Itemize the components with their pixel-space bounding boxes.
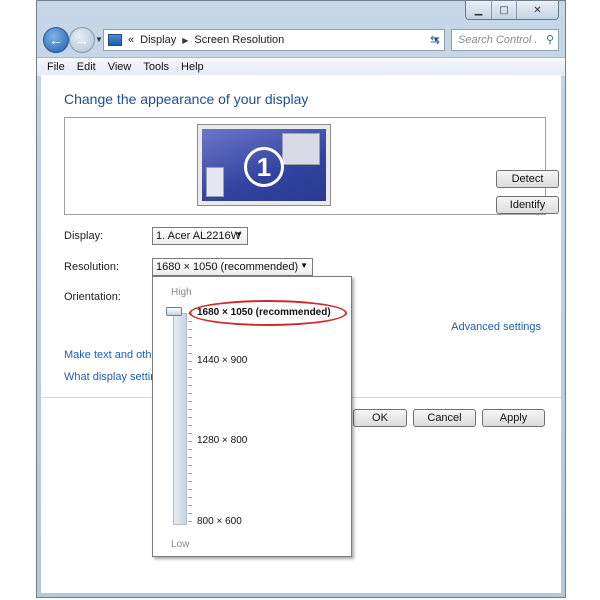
page-title: Change the appearance of your display: [64, 91, 309, 107]
chevron-down-icon: ▼: [235, 230, 243, 239]
menu-help[interactable]: Help: [181, 61, 204, 73]
display-preview: 1 Detect Identify: [64, 117, 559, 215]
resolution-label: Resolution:: [64, 261, 120, 273]
breadcrumb-screen-resolution[interactable]: Screen Resolution: [194, 34, 284, 46]
recent-pages-chevron-icon[interactable]: ▼: [95, 35, 103, 44]
resolution-option[interactable]: 800 × 600: [197, 516, 242, 527]
chevron-down-icon: ▼: [300, 261, 308, 270]
gadget-thumbnail: [206, 167, 224, 197]
title-bar: ▁ □ ✕: [37, 1, 565, 23]
menu-file[interactable]: File: [47, 61, 65, 73]
back-arrow-icon[interactable]: ←: [43, 27, 69, 53]
slider-high-label: High: [171, 287, 192, 298]
monitor-icon[interactable]: 1: [197, 124, 331, 206]
address-prefix[interactable]: «: [128, 34, 134, 46]
menu-tools[interactable]: Tools: [143, 61, 169, 73]
orientation-label: Orientation:: [64, 291, 121, 303]
menu-view[interactable]: View: [108, 61, 132, 73]
close-button[interactable]: ✕: [516, 1, 558, 19]
breadcrumb-chevron-icon[interactable]: ▶: [182, 36, 188, 45]
cancel-button[interactable]: Cancel: [413, 409, 476, 427]
resolution-select[interactable]: 1680 × 1050 (recommended) ▼: [152, 258, 313, 276]
resolution-option[interactable]: 1440 × 900: [197, 355, 247, 366]
control-panel-icon: [108, 34, 122, 46]
detect-button[interactable]: Detect: [496, 170, 559, 188]
resolution-dropdown: High 1680 × 1050 (recommended) 1440 × 90…: [152, 276, 352, 557]
search-icon[interactable]: ⚲: [546, 33, 554, 46]
menu-bar: File Edit View Tools Help: [37, 57, 565, 77]
slider-low-label: Low: [171, 539, 190, 550]
address-bar[interactable]: « Display ▶ Screen Resolution ▼: [103, 29, 445, 51]
navigation-bar: ← → ▼ « Display ▶ Screen Resolution ▼ ⇆ …: [37, 23, 565, 57]
slider-ticks: [188, 313, 192, 525]
identify-button[interactable]: Identify: [496, 196, 559, 214]
forward-arrow-icon[interactable]: →: [69, 27, 95, 53]
monitor-screen: 1: [202, 129, 326, 201]
breadcrumb-display[interactable]: Display: [140, 34, 176, 46]
make-text-larger-link[interactable]: Make text and other: [64, 349, 161, 361]
monitor-number: 1: [244, 147, 284, 187]
resolution-slider-thumb[interactable]: [166, 307, 182, 316]
ok-button[interactable]: OK: [353, 409, 407, 427]
window-controls: ▁ □ ✕: [465, 1, 559, 20]
display-label: Display:: [64, 230, 104, 242]
resolution-option[interactable]: 1680 × 1050 (recommended): [197, 307, 331, 318]
refresh-icon[interactable]: ⇆: [425, 31, 445, 49]
resolution-option[interactable]: 1280 × 800: [197, 435, 247, 446]
menu-edit[interactable]: Edit: [77, 61, 96, 73]
display-select[interactable]: 1. Acer AL2216W ▼: [152, 227, 248, 245]
window-thumbnail: [282, 133, 320, 165]
search-placeholder: Search Control ...: [458, 34, 538, 46]
resolution-slider-track[interactable]: [173, 313, 187, 525]
resolution-select-value: 1680 × 1050 (recommended): [156, 261, 299, 273]
minimize-button[interactable]: ▁: [466, 1, 491, 19]
what-display-settings-link[interactable]: What display setting: [64, 371, 162, 383]
advanced-settings-link[interactable]: Advanced settings: [451, 321, 541, 333]
maximize-button[interactable]: □: [491, 1, 516, 19]
search-input[interactable]: Search Control ... ⚲: [451, 29, 559, 51]
apply-button[interactable]: Apply: [482, 409, 545, 427]
display-select-value: 1. Acer AL2216W: [156, 230, 241, 242]
